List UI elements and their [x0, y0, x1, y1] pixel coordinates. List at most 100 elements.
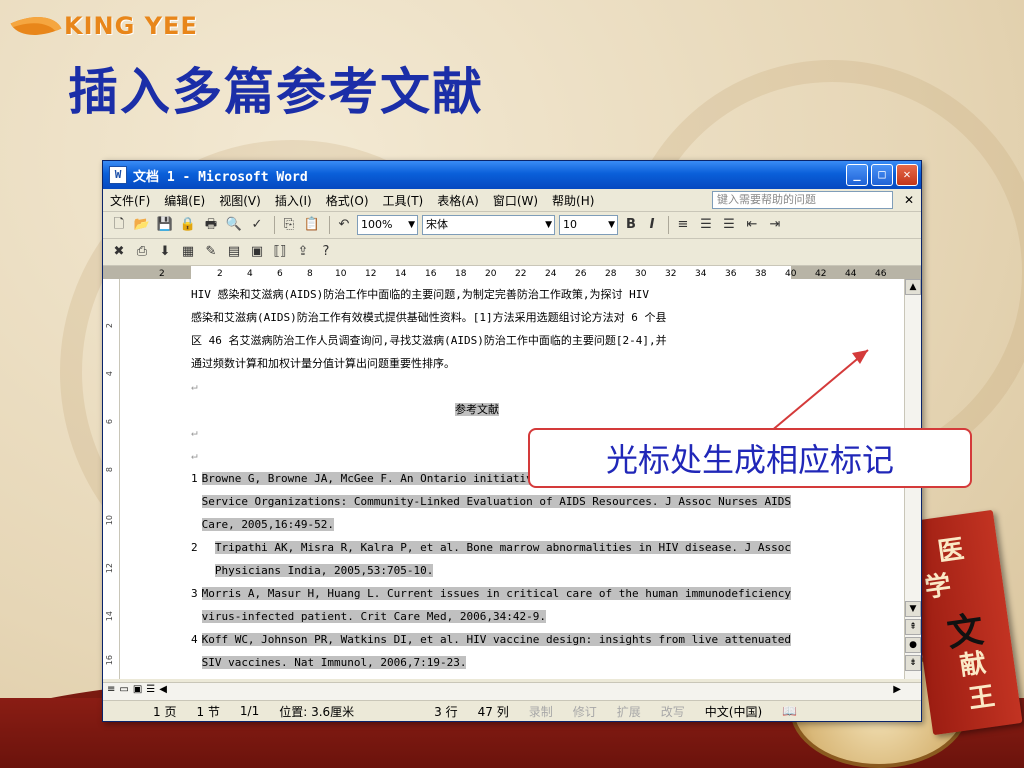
- tool-icon[interactable]: ⇪: [293, 242, 313, 262]
- status-section: 1 节: [196, 704, 220, 719]
- vertical-ruler: 2 4 6 8 10 12 14 16: [103, 279, 120, 679]
- vruler-tick: 16: [105, 655, 114, 666]
- ruler-tick: 40: [785, 269, 797, 279]
- outline-view-icon[interactable]: ☰: [146, 684, 155, 695]
- permission-icon[interactable]: 🔒: [178, 215, 198, 235]
- reference-line: virus-infected patient. Crit Care Med, 2…: [201, 610, 546, 623]
- paragraph-mark: ↵: [191, 380, 198, 393]
- ruler-tick: 22: [515, 269, 527, 279]
- ruler-tick: 44: [845, 269, 857, 279]
- web-view-icon[interactable]: ▭: [119, 684, 128, 695]
- word-app-icon: W: [109, 166, 127, 184]
- previous-page-icon[interactable]: ⇞: [905, 619, 921, 635]
- tool-icon[interactable]: ✖: [109, 242, 129, 262]
- reference-line: Morris A, Masur H, Huang L. Current issu…: [201, 587, 791, 600]
- paste-icon[interactable]: 📋: [302, 215, 322, 235]
- decrease-indent-icon[interactable]: ⇤: [742, 215, 762, 235]
- ruler-tick: 18: [455, 269, 467, 279]
- normal-view-icon[interactable]: ≡: [107, 684, 115, 695]
- ruler-tick: 30: [635, 269, 647, 279]
- copy-icon[interactable]: ⎘: [279, 215, 299, 235]
- menu-help[interactable]: 帮助(H): [545, 192, 601, 209]
- minimize-button[interactable]: _: [846, 164, 868, 186]
- status-record[interactable]: 录制: [519, 703, 563, 720]
- vruler-tick: 14: [105, 611, 114, 622]
- browse-object-icon[interactable]: ●: [905, 637, 921, 653]
- font-size-select[interactable]: 10 ▼: [559, 215, 618, 235]
- spelling-status-icon[interactable]: 📖: [772, 704, 807, 718]
- ruler-tick: 24: [545, 269, 557, 279]
- menu-window[interactable]: 窗口(W): [486, 192, 545, 209]
- dropdown-arrow-icon: ▼: [608, 220, 615, 230]
- vruler-tick: 2: [105, 323, 114, 329]
- standard-toolbar: 🗋 📂 💾 🔒 🖶 🔍 ✓ ⎘ 📋 ↶ 100% ▼ 宋体 ▼ 10 ▼ B I ≡ …: [103, 212, 921, 239]
- vruler-tick: 4: [105, 371, 114, 377]
- increase-indent-icon[interactable]: ⇥: [765, 215, 785, 235]
- scroll-down-icon[interactable]: ▼: [905, 601, 921, 617]
- reference-number: 2: [191, 541, 198, 554]
- body-line: 区 46 名艾滋病防治工作人员调查询问,寻找艾滋病(AIDS)防治工作中面临的主…: [191, 334, 667, 347]
- new-document-icon[interactable]: 🗋: [109, 215, 129, 235]
- scroll-right-icon[interactable]: ▶: [893, 684, 901, 695]
- view-buttons: ≡ ▭ ▣ ☰ ◀: [107, 684, 167, 695]
- close-doc-icon[interactable]: ✕: [897, 193, 921, 207]
- tool-icon[interactable]: ▦: [178, 242, 198, 262]
- book-char: 王: [966, 681, 997, 715]
- help-search-input[interactable]: 键入需要帮助的问题: [712, 191, 893, 209]
- tool-icon[interactable]: ⬇: [155, 242, 175, 262]
- undo-icon[interactable]: ↶: [334, 215, 354, 235]
- horizontal-scrollbar[interactable]: ≡ ▭ ▣ ☰ ◀ ▶: [103, 682, 921, 701]
- save-icon[interactable]: 💾: [155, 215, 175, 235]
- body-line: 感染和艾滋病(AIDS)防治工作有效模式提供基础性资料。[1]方法采用选题组讨论…: [191, 311, 667, 324]
- status-extend[interactable]: 扩展: [607, 703, 651, 720]
- status-line: 3 行: [434, 704, 458, 719]
- print-preview-icon[interactable]: 🔍: [224, 215, 244, 235]
- reference-line: Koff WC, Johnson PR, Watkins DI, et al. …: [201, 633, 791, 646]
- ruler-tick: 12: [365, 269, 377, 279]
- status-language: 中文(中国): [704, 704, 763, 719]
- open-icon[interactable]: 📂: [132, 215, 152, 235]
- menu-insert[interactable]: 插入(I): [268, 192, 319, 209]
- close-button[interactable]: ✕: [896, 164, 918, 186]
- tool-icon[interactable]: ✎: [201, 242, 221, 262]
- bold-button[interactable]: B: [622, 215, 640, 235]
- maximize-button[interactable]: □: [871, 164, 893, 186]
- zoom-value: 100%: [361, 218, 393, 231]
- ruler-tick: 4: [247, 269, 253, 279]
- menu-table[interactable]: 表格(A): [430, 192, 486, 209]
- reference-item: 3 Morris A, Masur H, Huang L. Current is…: [191, 582, 791, 628]
- menu-format[interactable]: 格式(O): [319, 192, 376, 209]
- align-icon[interactable]: ≡: [673, 215, 693, 235]
- italic-button[interactable]: I: [643, 215, 661, 235]
- reference-line: Service Organizations: Community-Linked …: [201, 495, 791, 508]
- status-overtype[interactable]: 改写: [651, 703, 695, 720]
- tool-icon[interactable]: ⎙: [132, 242, 152, 262]
- title-bar[interactable]: W 文档 1 - Microsoft Word _ □ ✕: [103, 161, 921, 189]
- scroll-up-icon[interactable]: ▲: [905, 279, 921, 295]
- tool-icon[interactable]: ⟦⟧: [270, 242, 290, 262]
- menu-tools[interactable]: 工具(T): [376, 192, 431, 209]
- font-select[interactable]: 宋体 ▼: [422, 215, 555, 235]
- dropdown-arrow-icon: ▼: [545, 220, 552, 230]
- slide-title: 插入多篇参考文献: [68, 62, 484, 121]
- bullets-icon[interactable]: ☰: [719, 215, 739, 235]
- tool-icon[interactable]: ▣: [247, 242, 267, 262]
- print-layout-icon[interactable]: ▣: [133, 684, 142, 695]
- next-page-icon[interactable]: ⇟: [905, 655, 921, 671]
- status-page: 1 页: [153, 704, 177, 719]
- help-icon[interactable]: ?: [316, 242, 336, 262]
- reference-line: Physicians India, 2005,53:705-10.: [214, 564, 434, 577]
- scroll-left-icon[interactable]: ◀: [159, 684, 167, 695]
- menu-view[interactable]: 视图(V): [212, 192, 268, 209]
- ruler-tick: 2: [159, 269, 165, 279]
- numbering-icon[interactable]: ☰: [696, 215, 716, 235]
- spelling-icon[interactable]: ✓: [247, 215, 267, 235]
- toolbar-separator: [668, 216, 669, 234]
- menu-edit[interactable]: 编辑(E): [157, 192, 212, 209]
- status-track[interactable]: 修订: [563, 703, 607, 720]
- menu-file[interactable]: 文件(F): [103, 192, 157, 209]
- print-icon[interactable]: 🖶: [201, 215, 221, 235]
- zoom-select[interactable]: 100% ▼: [357, 215, 418, 235]
- tool-icon[interactable]: ▤: [224, 242, 244, 262]
- ruler-tick: 8: [307, 269, 313, 279]
